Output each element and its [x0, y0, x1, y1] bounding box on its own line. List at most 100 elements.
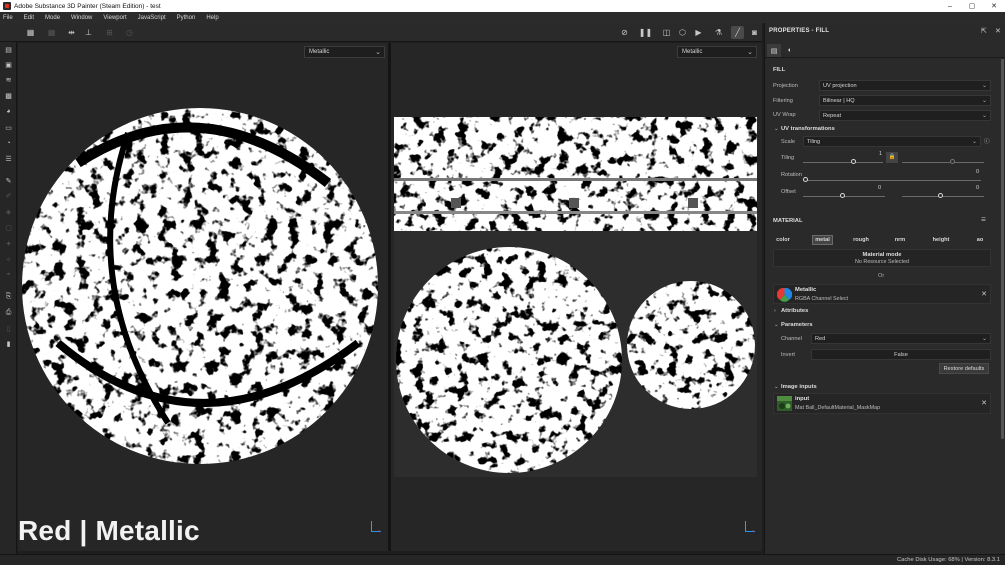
menu-javascript[interactable]: JavaScript: [138, 15, 166, 21]
rotation-slider[interactable]: [803, 180, 981, 181]
plugin-icon[interactable]: ▯: [3, 323, 14, 334]
menu-mode[interactable]: Mode: [45, 15, 60, 21]
log-icon[interactable]: ☰: [3, 153, 14, 164]
chip-height[interactable]: height: [930, 235, 952, 245]
display-icon[interactable]: ▭: [3, 122, 14, 133]
tab-properties[interactable]: ▤: [767, 44, 781, 57]
channel-dropdown[interactable]: Red ⌄: [811, 333, 991, 344]
close-icon[interactable]: ✕: [981, 290, 987, 298]
layers-icon[interactable]: ≋: [3, 74, 14, 85]
close-panel-icon[interactable]: ✕: [995, 27, 1001, 35]
menu-edit[interactable]: Edit: [24, 15, 34, 21]
chip-nrm[interactable]: nrm: [892, 235, 908, 245]
shelf-icon[interactable]: ▩: [3, 90, 14, 101]
chip-metal[interactable]: metal: [812, 235, 833, 245]
menu-window[interactable]: Window: [71, 15, 92, 21]
brush-icon[interactable]: ╱: [731, 26, 744, 39]
document-icon[interactable]: ▮: [3, 338, 14, 349]
chip-rough[interactable]: rough: [851, 235, 871, 245]
chevron-down-icon[interactable]: ⌄: [774, 384, 779, 390]
export-icon[interactable]: ⎙: [3, 307, 14, 318]
panel-scrollbar[interactable]: [1001, 59, 1004, 439]
history-icon[interactable]: ◷: [123, 26, 136, 39]
sphere-icon[interactable]: ◕: [3, 106, 14, 117]
menu-python[interactable]: Python: [177, 15, 196, 21]
chevron-down-icon[interactable]: ⌄: [774, 322, 779, 328]
close-window-button[interactable]: ✕: [983, 0, 1005, 12]
resource-item[interactable]: Metallic RGBA Channel Select ✕: [773, 284, 991, 304]
layers-stack-icon[interactable]: ▤: [3, 44, 14, 55]
rotation-value[interactable]: 0: [976, 169, 979, 175]
offset-u-value[interactable]: 0: [878, 185, 881, 191]
clone-icon[interactable]: ✧: [3, 254, 14, 265]
align-icon[interactable]: ⊥: [82, 26, 95, 39]
offset-v-slider-handle[interactable]: [938, 193, 943, 198]
viewport-2d[interactable]: Metallic ⌄ x: [391, 43, 762, 551]
symmetry-icon[interactable]: ⇹: [65, 26, 78, 39]
tiling-v-slider-handle[interactable]: [950, 159, 955, 164]
eraser-icon[interactable]: ✐: [3, 190, 14, 201]
left-tool-strip: ▤ ▣ ≋ ▩ ◕ ▭ ◔ ☰ ✎ ✐ ◈ ▢ ✦ ✧ ⌖ ⎘ ⎙ ▯ ▮: [0, 42, 17, 554]
pause-icon[interactable]: ❚❚: [639, 26, 652, 39]
projection-dropdown[interactable]: UV projection ⌄: [819, 80, 991, 91]
grid-dim-icon[interactable]: ▦: [45, 26, 58, 39]
filtering-label: Filtering: [773, 98, 793, 104]
uv-texture-map: [394, 117, 757, 477]
lock-icon[interactable]: 🔒: [886, 152, 898, 163]
chevron-down-icon[interactable]: ⌄: [774, 126, 779, 132]
maximize-button[interactable]: ▢: [961, 0, 983, 12]
camera-icon[interactable]: ◙: [748, 26, 761, 39]
paint-brush-icon[interactable]: ✎: [3, 175, 14, 186]
info-icon[interactable]: ⓘ: [984, 137, 990, 145]
bake-icon[interactable]: ⚗: [712, 26, 725, 39]
split-view-icon[interactable]: ◫: [660, 26, 673, 39]
chevron-down-icon: ⌄: [981, 113, 987, 119]
tiling-value[interactable]: 1: [879, 151, 882, 157]
geometry-fill-icon[interactable]: ▢: [3, 222, 14, 233]
image-input-item[interactable]: input Mat Ball_DefaultMaterial_MaskMap ✕: [773, 393, 991, 414]
history-panel-icon[interactable]: ◔: [3, 138, 14, 149]
grid-icon[interactable]: ▦: [24, 26, 37, 39]
menu-help[interactable]: Help: [206, 15, 218, 21]
tiling-v-slider[interactable]: [902, 162, 984, 163]
rotation-label: Rotation: [781, 172, 802, 178]
menu-viewport[interactable]: Viewport: [103, 15, 126, 21]
filtering-dropdown[interactable]: Bilinear | HQ ⌄: [819, 95, 991, 106]
video-icon[interactable]: ▶: [692, 26, 705, 39]
hide-icon[interactable]: ⊘: [618, 26, 631, 39]
projection-icon[interactable]: ◈: [3, 206, 14, 217]
chevron-right-icon[interactable]: ›: [774, 308, 776, 314]
viewport-3d[interactable]: Metallic ⌄ Red | Metallic x: [18, 43, 388, 551]
image-inputs-heading[interactable]: Image inputs: [781, 384, 817, 390]
menu-file[interactable]: File: [3, 15, 13, 21]
chip-color[interactable]: color: [773, 235, 793, 245]
bake-tool-icon[interactable]: ⎘: [3, 291, 14, 302]
resource-sub: RGBA Channel Select: [795, 296, 849, 302]
offset-u-slider-handle[interactable]: [840, 193, 845, 198]
picker-icon[interactable]: ⌖: [3, 269, 14, 280]
close-icon[interactable]: ✕: [981, 399, 987, 407]
minimize-button[interactable]: –: [939, 0, 961, 12]
undock-icon[interactable]: ⇱: [981, 27, 987, 35]
offset-v-slider[interactable]: [902, 196, 984, 197]
invert-toggle[interactable]: False: [811, 349, 991, 360]
tiling-slider-handle[interactable]: [851, 159, 856, 164]
uvwrap-dropdown[interactable]: Repeat ⌄: [819, 110, 991, 121]
material-menu-icon[interactable]: ☰: [981, 217, 986, 223]
offset-v-value[interactable]: 0: [976, 185, 979, 191]
smudge-icon[interactable]: ✦: [3, 238, 14, 249]
scale-dropdown[interactable]: Tiling ⌄: [803, 136, 981, 147]
tiling-slider[interactable]: [803, 162, 883, 163]
chip-ao[interactable]: ao: [973, 235, 987, 245]
texture-set-icon[interactable]: ▣: [3, 59, 14, 70]
parameters-heading[interactable]: Parameters: [781, 322, 813, 328]
cube-icon[interactable]: ⬡: [676, 26, 689, 39]
attributes-heading[interactable]: Attributes: [781, 308, 808, 314]
restore-defaults-button[interactable]: Restore defaults: [939, 363, 989, 374]
rotation-slider-handle[interactable]: [803, 177, 808, 182]
tab-material[interactable]: ◐: [783, 44, 797, 57]
material-mode-box[interactable]: Material mode No Resource Selected: [773, 249, 991, 267]
uv-transformations-heading[interactable]: UV transformations: [781, 126, 835, 132]
add-icon[interactable]: ⊞: [103, 26, 116, 39]
viewport-channel-overlay: Red | Metallic: [18, 515, 200, 546]
